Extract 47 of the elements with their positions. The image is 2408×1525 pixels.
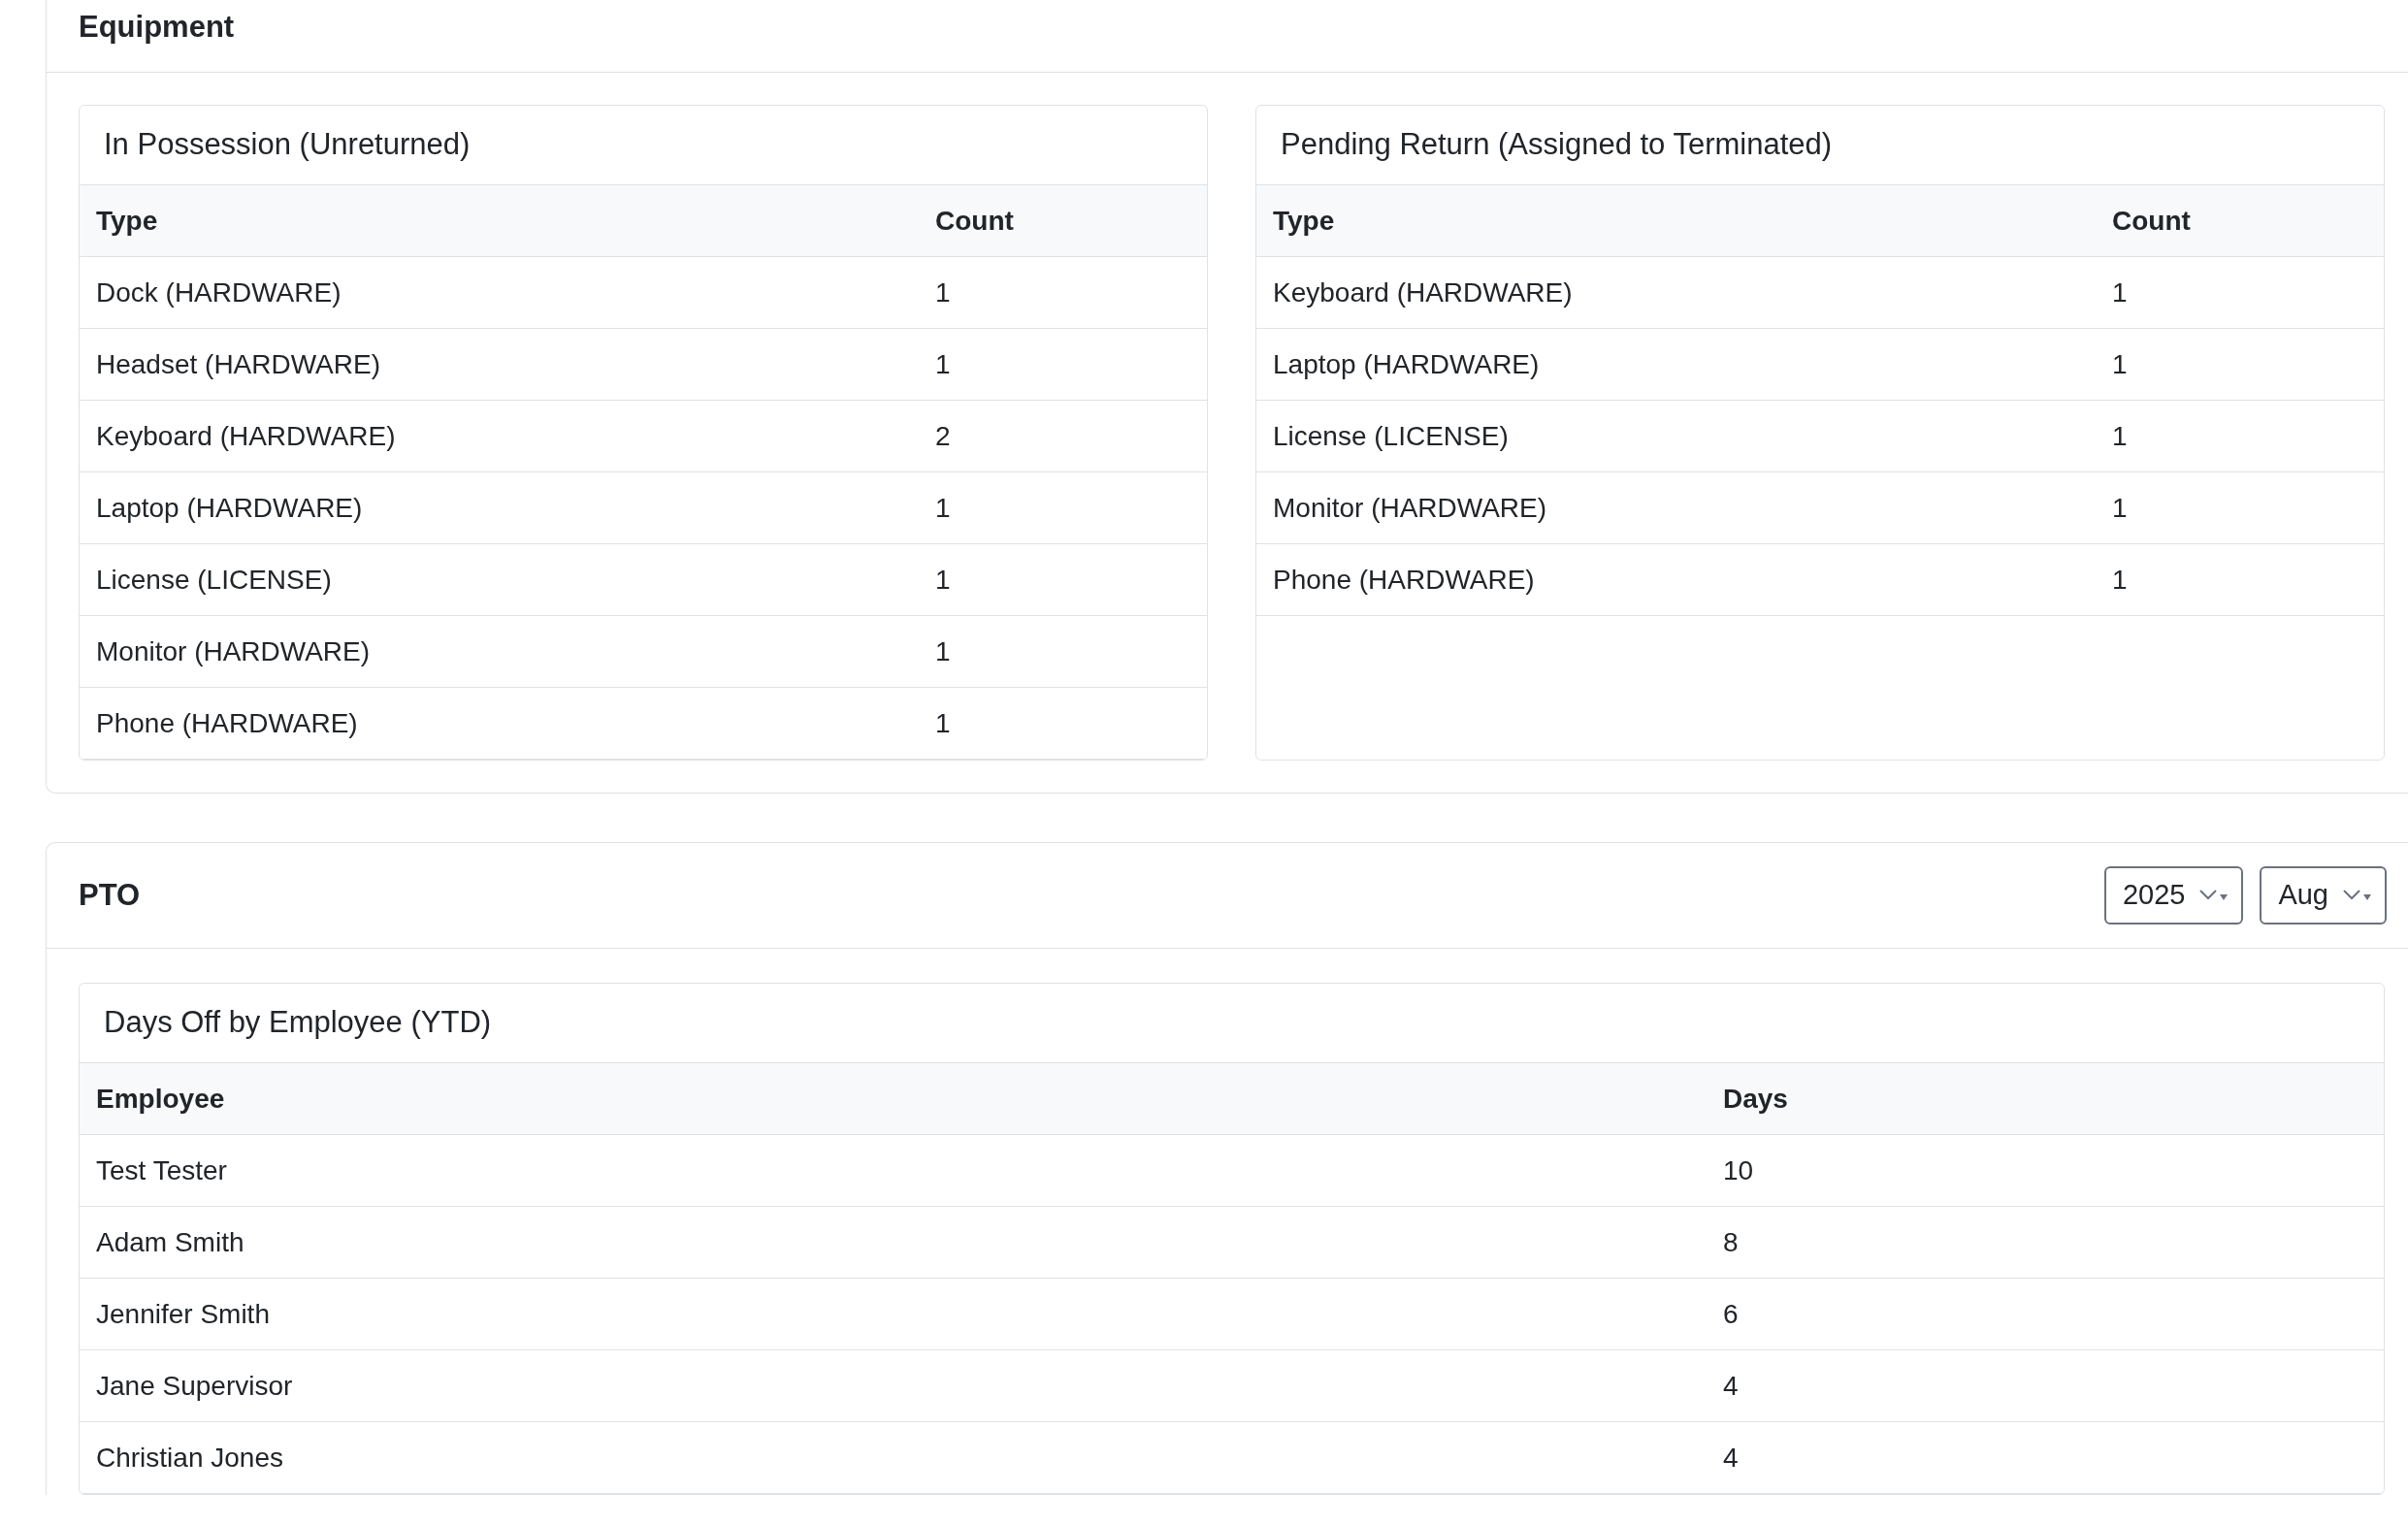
table-cell-text: Phone (HARDWARE) <box>95 707 359 738</box>
table-cell-text: Laptop (HARDWARE) <box>1272 348 1541 379</box>
table-cell-text: Keyboard (HARDWARE) <box>95 420 397 451</box>
table-cell-text: 8 <box>1722 1226 1740 1257</box>
column-header: Type <box>95 205 159 236</box>
table-cell-text: Laptop (HARDWARE) <box>95 492 364 523</box>
table-cell-text: Test Tester <box>95 1154 228 1185</box>
table-cell-text: 4 <box>1722 1442 1740 1473</box>
section-title: Equipment <box>79 8 235 46</box>
table-cell-text: 1 <box>2111 420 2129 451</box>
section-title: PTO <box>79 876 141 914</box>
table-cell-text: Phone (HARDWARE) <box>1272 564 1536 595</box>
column-header: Count <box>2111 205 2192 236</box>
table-cell-text: 4 <box>1722 1370 1740 1401</box>
table-cell-text: 6 <box>1722 1298 1740 1329</box>
table-cell-text: 1 <box>934 276 952 308</box>
table-cell-text: Monitor (HARDWARE) <box>95 635 372 666</box>
column-header: Days <box>1722 1083 1789 1114</box>
table-cell-text: License (LICENSE) <box>1272 420 1510 451</box>
table-cell-text: License (LICENSE) <box>95 564 333 595</box>
table-cell-text: Monitor (HARDWARE) <box>1272 492 1548 523</box>
table-cell-text: 1 <box>2111 276 2129 308</box>
column-header: Employee <box>95 1083 226 1114</box>
table-cell-text: Keyboard (HARDWARE) <box>1272 276 1574 308</box>
table-cell-text: 1 <box>934 635 952 666</box>
table-cell-text: Headset (HARDWARE) <box>95 348 381 379</box>
table-cell-text: 1 <box>934 348 952 379</box>
table-cell-text: 1 <box>934 707 952 738</box>
column-header: Type <box>1272 205 1336 236</box>
table-cell-text: Jennifer Smith <box>95 1298 271 1329</box>
dropdown-select[interactable]: 2025 <box>2103 866 2244 925</box>
table-cell-text: Christian Jones <box>95 1442 284 1473</box>
table-cell-text: 10 <box>1722 1154 1755 1185</box>
table-cell-text: 1 <box>2111 492 2129 523</box>
table-cell-text: 1 <box>2111 564 2129 595</box>
table-cell-text: 1 <box>934 564 952 595</box>
table-cell-text: 1 <box>2111 348 2129 379</box>
panel-title: Days Off by Employee (YTD) <box>104 1004 492 1042</box>
dropdown-select[interactable]: Aug <box>2260 866 2387 925</box>
table-cell-text: Jane Supervisor <box>95 1370 294 1401</box>
panel-title: In Possession (Unreturned) <box>104 126 471 164</box>
table-cell-text: 1 <box>934 492 952 523</box>
column-header: Count <box>934 205 1015 236</box>
panel-title: Pending Return (Assigned to Terminated) <box>1281 126 1833 164</box>
table-cell-text: Adam Smith <box>95 1226 245 1257</box>
table-cell-text: 2 <box>934 420 952 451</box>
table-cell-text: Dock (HARDWARE) <box>95 276 342 308</box>
